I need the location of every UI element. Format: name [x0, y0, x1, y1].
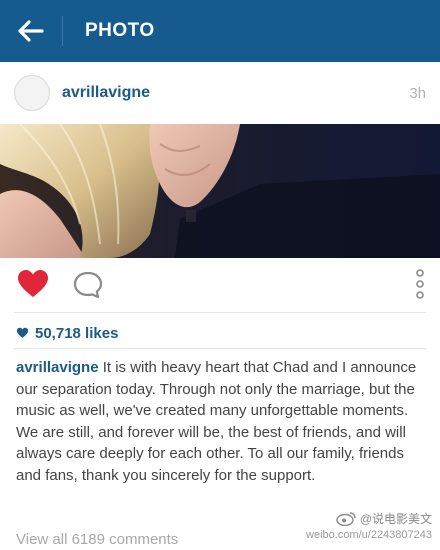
post-photo[interactable] — [0, 124, 440, 258]
comment-bubble-icon — [73, 271, 103, 299]
small-heart-icon — [16, 327, 29, 338]
vertical-dots-icon — [416, 269, 424, 299]
weibo-watermark: @说电影美文 weibo.com/u/2243807243 — [306, 510, 432, 541]
divider — [14, 312, 426, 313]
avatar[interactable] — [14, 75, 50, 111]
post-timestamp: 3h — [409, 84, 426, 102]
back-button[interactable] — [10, 11, 50, 51]
like-button[interactable] — [16, 268, 50, 300]
likes-label: 50,718 likes — [35, 324, 119, 342]
weibo-logo-icon — [336, 511, 356, 526]
post-header: avrillavigne 3h — [0, 62, 440, 124]
comment-button[interactable] — [72, 270, 104, 300]
caption: avrillavigne It is with heavy heart that… — [16, 357, 428, 486]
more-options-button[interactable] — [414, 268, 426, 300]
caption-username[interactable]: avrillavigne — [16, 359, 99, 376]
header-divider — [62, 16, 63, 46]
back-arrow-icon — [18, 20, 44, 42]
watermark-handle: @说电影美文 — [359, 512, 432, 526]
heart-icon — [18, 270, 48, 297]
post-photo-image — [0, 124, 440, 258]
post-username[interactable]: avrillavigne — [62, 84, 150, 102]
top-bar: PHOTO — [0, 0, 440, 62]
page-title: PHOTO — [85, 20, 155, 41]
view-all-comments-link[interactable]: View all 6189 comments — [16, 531, 178, 548]
caption-text: It is with heavy heart that Chad and I a… — [16, 359, 417, 484]
divider — [14, 348, 426, 349]
post-actions — [0, 258, 440, 314]
watermark-url: weibo.com/u/2243807243 — [306, 529, 432, 541]
likes-count[interactable]: 50,718 likes — [16, 322, 118, 344]
